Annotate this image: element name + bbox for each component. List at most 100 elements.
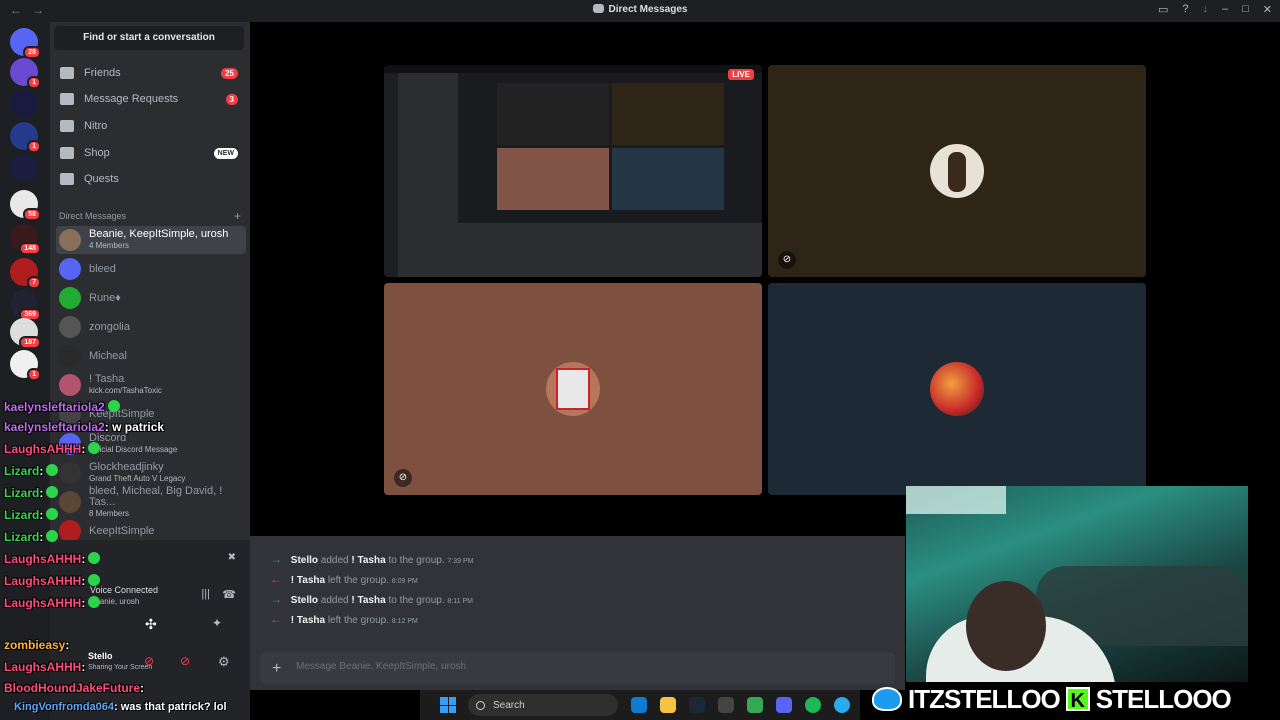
chat-line: kaelynsleftariola2: w patrick [4,420,165,434]
kick-handle: STELLOOO [1095,683,1232,714]
dismiss-icon[interactable]: ✖ [228,552,236,563]
soundboard-icon[interactable]: ✦ [212,616,222,630]
telegram-icon[interactable] [834,697,850,713]
dm-item[interactable]: bleed, Micheal, Big David, ! Tas... 8 Mem… [56,485,246,518]
edge-icon[interactable] [631,697,647,713]
shared-tile [612,148,724,210]
minimize-icon[interactable]: – [1222,3,1228,16]
leave-arrow-icon: ← [270,572,282,586]
muted-stream-icon: ⊘ [778,251,796,269]
shared-nested-tile [497,83,609,145]
user-status: Sharing Your Screen [88,664,153,671]
participant-tile[interactable]: ⊘ [768,65,1146,277]
emote-icon [46,530,59,542]
shared-titlebar [384,65,762,73]
server-icon[interactable]: 148 [10,224,41,255]
steam-icon[interactable] [689,697,705,713]
search-icon [476,700,485,710]
settings-gear-icon[interactable]: ⚙ [218,654,230,670]
avatar-figure [948,152,966,192]
system-message: ← ! Tasha left the group. 8:12 PM [270,612,418,626]
dm-item[interactable]: bleed [56,255,246,283]
friends-badge: 25 [221,67,238,79]
social-banner: ITZSTELLOO K STELLOOO [872,680,1272,718]
server-icon[interactable]: 187 [10,318,41,349]
emote-icon [88,442,101,454]
twitter-icon [872,687,902,711]
server-icon[interactable] [10,90,38,118]
nav-shop[interactable]: Shop NEW [56,141,246,165]
emote-icon [88,596,101,608]
participant-tile[interactable]: ⊘ [384,283,762,495]
server-icon[interactable]: 58 [10,190,41,221]
inbox-icon[interactable]: ▭ [1158,3,1168,16]
title-bar: ← → Direct Messages ▭ ? ↓ – □ ✕ [0,0,1280,22]
nav-friends[interactable]: Friends 25 [56,61,246,85]
dm-icon [592,4,604,13]
shared-chat [458,223,762,277]
file-explorer-icon[interactable] [660,697,676,713]
chat-line: LaughsAHHH: [4,596,101,610]
voice-activity-icon[interactable]: ||| [201,588,210,600]
server-icon[interactable]: 7 [10,258,41,289]
avatar [59,491,81,513]
chat-line: Lizard: [4,508,59,522]
screen-share-tile[interactable]: LIVE [384,65,762,277]
activities-icon[interactable]: ✣ [145,616,157,633]
app-icon[interactable] [718,697,734,713]
emote-icon [46,464,59,476]
participant-avatar [930,144,984,198]
discord-icon[interactable] [776,697,792,713]
server-icon[interactable]: 1 [10,350,41,381]
shared-sidebar [398,73,458,277]
attach-plus-icon[interactable]: + [272,660,281,678]
server-icon[interactable]: 1 [10,122,41,153]
taskbar-search[interactable]: Search [468,694,618,716]
chrome-icon[interactable] [747,697,763,713]
chat-line: Lizard: [4,464,59,478]
cam-person-head [966,581,1046,671]
deafened-icon[interactable]: ⊘ [180,654,190,668]
server-icon[interactable]: 369 [10,290,41,321]
help-icon[interactable]: ? [1182,3,1188,16]
window-controls: ▭ ? ↓ – □ ✕ [1158,3,1272,16]
close-icon[interactable]: ✕ [1263,3,1272,16]
nav-quests[interactable]: Quests [56,167,246,191]
mic-muted-icon[interactable]: ⊘ [144,654,154,668]
join-arrow-icon: → [270,592,282,606]
dm-item[interactable]: Micheal [56,342,246,370]
cam-light [906,486,1006,514]
chat-line: LaughsAHHH: [4,574,101,588]
chat-line: LaughsAHHH: [4,552,101,566]
emote-icon [46,508,59,520]
system-message: ← ! Tasha left the group. 8:09 PM [270,572,418,586]
live-badge: LIVE [728,69,754,80]
download-icon[interactable]: ↓ [1203,3,1209,16]
maximize-icon[interactable]: □ [1242,3,1249,16]
participant-avatar [546,362,600,416]
create-dm-plus-icon[interactable]: + [234,209,241,223]
server-icon[interactable] [10,154,38,182]
discord-home-icon[interactable]: 28 [10,28,41,59]
nav-nitro[interactable]: Nitro [56,114,246,138]
dm-item-group[interactable]: Beanie, KeepItSimple, urosh 4 Members [56,226,246,254]
dm-item[interactable]: Glockheadjinky Grand Theft Auto V Legacy [56,459,246,487]
participant-tile[interactable] [768,283,1146,495]
nitro-icon [60,120,74,132]
dm-item[interactable]: Rune♦ [56,284,246,312]
mail-icon [60,93,74,105]
chat-line: zombieasy: [4,638,70,652]
chat-line: Lizard: [4,530,59,544]
emote-icon [107,400,120,412]
disconnect-icon[interactable]: ☎ [222,588,236,601]
dm-item[interactable]: zongolia [56,313,246,341]
chat-line: BloodHoundJakeFuture: [4,681,145,695]
spotify-icon[interactable] [805,697,821,713]
server-icon[interactable]: 1 [10,58,41,89]
find-conversation-button[interactable]: Find or start a conversation [54,26,244,50]
nav-message-requests[interactable]: Message Requests 3 [56,87,246,111]
message-input[interactable] [296,661,696,672]
avatar [59,258,81,280]
windows-start-icon[interactable] [440,697,456,713]
dm-item[interactable]: ! Tasha kick.com/TashaToxic [56,371,246,399]
